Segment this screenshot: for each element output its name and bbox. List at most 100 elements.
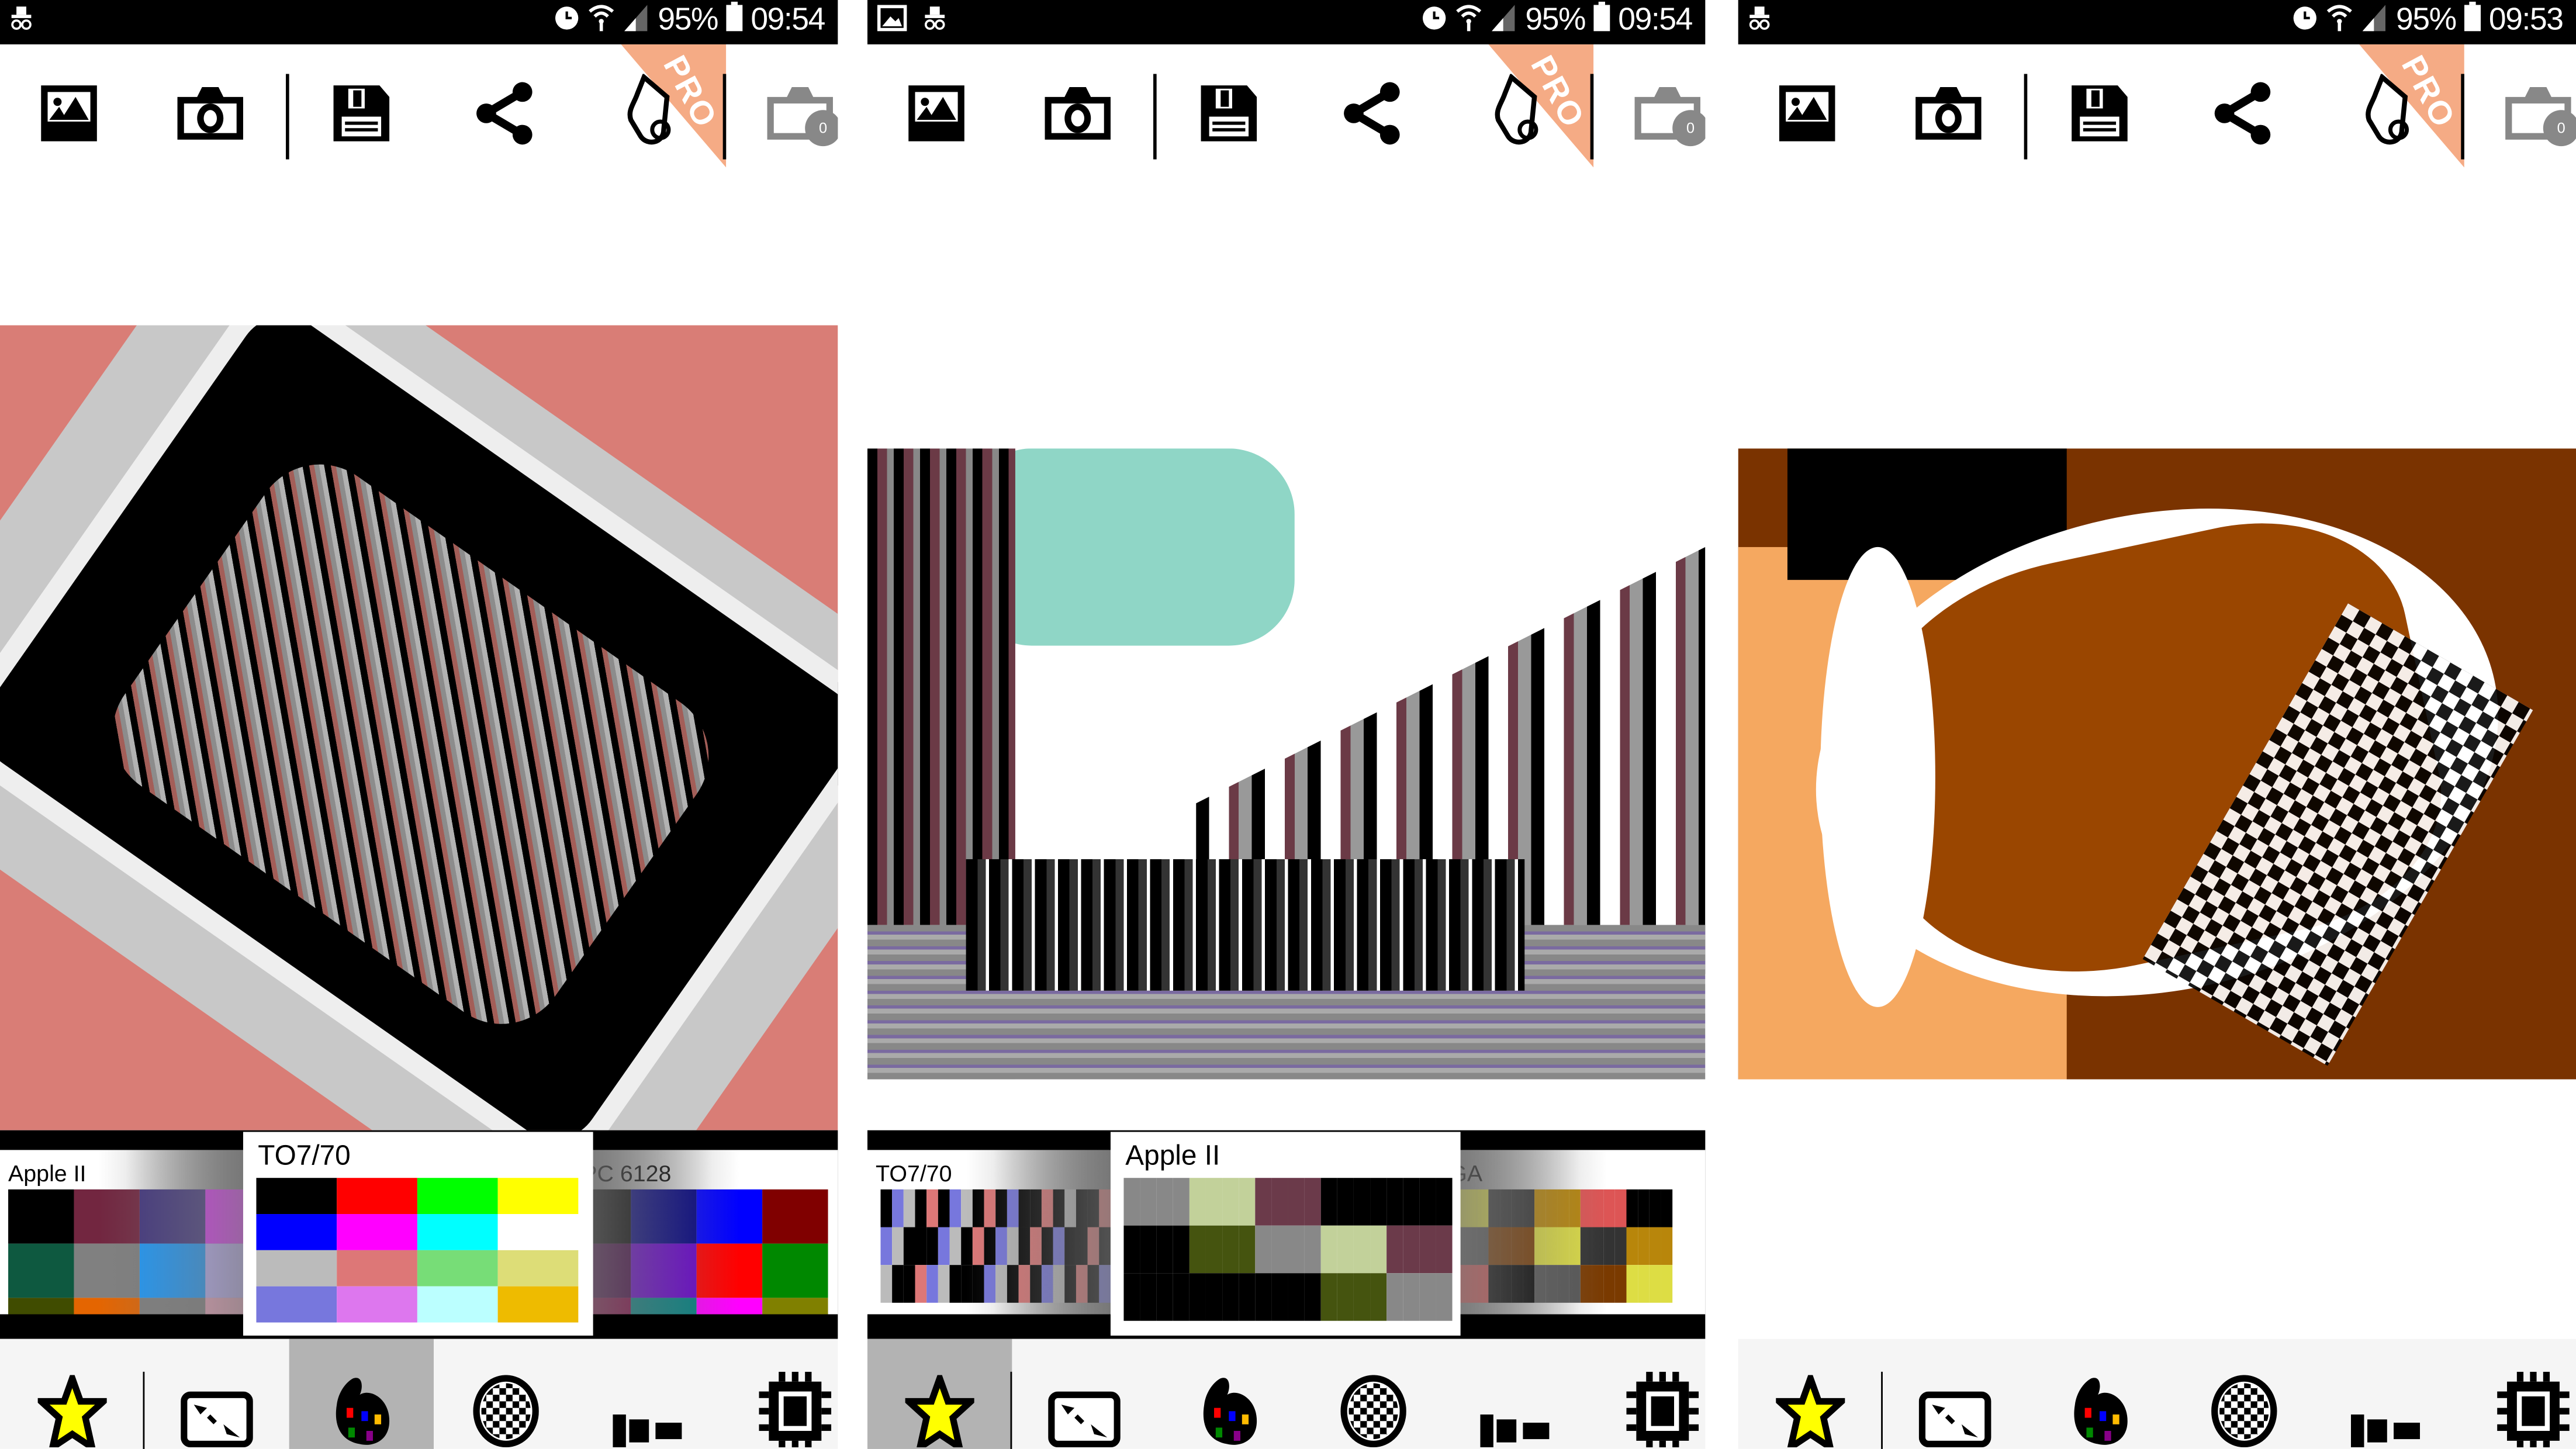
palette-label: CPC 6128 <box>592 1160 672 1187</box>
sock-button[interactable] <box>2359 72 2425 146</box>
save-button[interactable] <box>329 84 394 149</box>
preview-pixel <box>1500 1227 1512 1265</box>
palette-carousel[interactable]: TO7/70 CGA Apple II <box>867 1130 1706 1339</box>
nav-favorites[interactable] <box>1738 1339 1883 1449</box>
nav-favorites[interactable] <box>867 1339 1012 1449</box>
palette-swatch <box>631 1243 697 1298</box>
share-button[interactable] <box>473 81 538 149</box>
preview-pixel <box>1569 1265 1581 1303</box>
battery-icon <box>726 1 743 41</box>
gallery-button[interactable] <box>904 84 969 149</box>
preview-pixel <box>1018 1227 1031 1265</box>
preview-pixel <box>1403 1273 1420 1321</box>
processed-photo[interactable] <box>867 448 1706 1080</box>
palette-swatch <box>696 1298 763 1315</box>
nav-dither[interactable] <box>2172 1339 2316 1449</box>
share-button[interactable] <box>2211 81 2277 149</box>
preview-pixel <box>1534 1227 1546 1265</box>
nav-palette[interactable] <box>2027 1339 2172 1449</box>
gallery-icon <box>907 83 966 150</box>
preview-pixel <box>1557 1189 1569 1227</box>
nav-dither[interactable] <box>434 1339 578 1449</box>
preview-pixel <box>1488 1265 1500 1303</box>
preview-pixel <box>1603 1265 1615 1303</box>
preview-pixel <box>1064 1265 1076 1303</box>
preview-pixel <box>1419 1273 1436 1321</box>
palette-icon <box>330 1375 393 1448</box>
palette-card-right[interactable]: CGA <box>1458 1150 1706 1314</box>
processed-photo[interactable] <box>1738 448 2576 1080</box>
preview-pixel <box>1099 1189 1111 1227</box>
palette-swatch <box>631 1189 697 1244</box>
nav-pixel[interactable] <box>2316 1339 2461 1449</box>
gallery-button[interactable] <box>36 84 102 149</box>
nav-resize[interactable] <box>1883 1339 2027 1449</box>
palette-swatch <box>696 1189 763 1244</box>
resize-icon <box>181 1391 253 1449</box>
palette-swatch <box>256 1178 337 1215</box>
preview-pixel <box>972 1265 984 1303</box>
nav-chip[interactable] <box>2461 1339 2576 1449</box>
sock-button[interactable] <box>1488 72 1554 146</box>
camera-counter-button[interactable]: 0 <box>762 84 838 149</box>
preview-pixel <box>1018 1189 1031 1227</box>
preview-pixel <box>1370 1178 1387 1226</box>
preview-pixel <box>1099 1265 1111 1303</box>
preview-pixel <box>1156 1178 1173 1226</box>
nav-palette[interactable] <box>289 1339 434 1449</box>
nav-pixel[interactable] <box>578 1339 722 1449</box>
camera-button[interactable] <box>1915 84 1982 149</box>
sock-button[interactable] <box>621 72 686 146</box>
camera-counter-badge: 0 <box>1672 110 1706 147</box>
gallery-button[interactable] <box>1774 84 1839 149</box>
nav-resize[interactable] <box>1012 1339 1156 1449</box>
preview-pixel <box>1304 1273 1321 1321</box>
nav-resize[interactable] <box>144 1339 289 1449</box>
preview-pixel <box>1465 1265 1477 1303</box>
camera-button[interactable] <box>177 84 243 149</box>
palette-swatch <box>591 1298 631 1315</box>
preview-pixel <box>1370 1273 1387 1321</box>
processed-photo[interactable] <box>0 325 838 1130</box>
nav-chip[interactable] <box>723 1339 838 1449</box>
preview-pixel <box>1053 1189 1065 1227</box>
share-button[interactable] <box>1340 81 1406 149</box>
preview-pixel <box>1087 1189 1099 1227</box>
save-icon <box>2070 83 2129 150</box>
nav-pixel[interactable] <box>1446 1339 1590 1449</box>
nav-chip[interactable] <box>1590 1339 1706 1449</box>
toolbar-divider <box>722 74 727 160</box>
palette-carousel[interactable]: Apple II CPC 6128 TO7/70 <box>0 1130 838 1339</box>
save-button[interactable] <box>2067 84 2132 149</box>
preview-pixel <box>880 1227 893 1265</box>
preview-pixel <box>1007 1265 1019 1303</box>
palette-card-left[interactable]: TO7/70 <box>867 1150 1114 1314</box>
preview-pixel <box>1436 1178 1453 1226</box>
nav-dither[interactable] <box>1301 1339 1446 1449</box>
save-button[interactable] <box>1196 84 1261 149</box>
share-icon <box>1340 79 1406 153</box>
dither-icon <box>2211 1375 2277 1448</box>
clock-time: 09:54 <box>1618 3 1693 38</box>
preview-pixel <box>1041 1189 1053 1227</box>
sock-icon <box>624 72 683 154</box>
preview-pixel <box>1041 1265 1053 1303</box>
nav-palette[interactable] <box>1157 1339 1301 1449</box>
preview-pixel <box>984 1189 996 1227</box>
palette-swatch <box>139 1298 206 1315</box>
palette-card-selected[interactable]: TO7/70 <box>243 1132 593 1336</box>
screenshot-collage: 95% 09:54 PRO 0 Apple II CPC 6128 TO7/70 <box>0 0 2576 1449</box>
status-bar: 95% 09:54 <box>0 0 838 44</box>
palette-card-left[interactable]: Apple II <box>0 1150 247 1315</box>
preview-pixel <box>1477 1227 1489 1265</box>
camera-button[interactable] <box>1045 84 1111 149</box>
camera-counter-button[interactable]: 0 <box>1630 84 1706 149</box>
preview-pixel <box>1205 1178 1223 1226</box>
camera-counter-button[interactable]: 0 <box>2501 84 2576 149</box>
preview-pixel <box>1320 1178 1337 1226</box>
palette-card-selected[interactable]: Apple II <box>1110 1132 1461 1336</box>
palette-card-right[interactable]: CPC 6128 <box>591 1150 838 1315</box>
palette-swatch <box>74 1298 140 1315</box>
preview-pixel <box>1534 1265 1546 1303</box>
nav-favorites[interactable] <box>0 1339 144 1449</box>
